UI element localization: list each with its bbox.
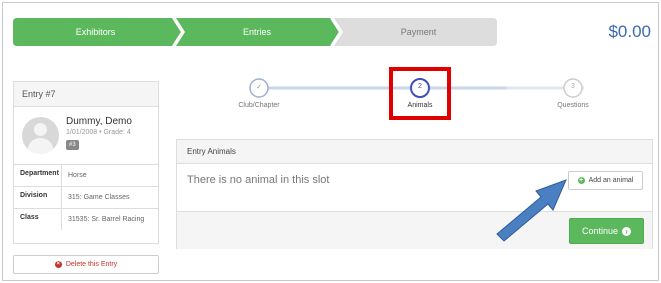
pointer-arrow-icon bbox=[496, 179, 567, 242]
pointer-arrow-annotation bbox=[496, 179, 567, 242]
